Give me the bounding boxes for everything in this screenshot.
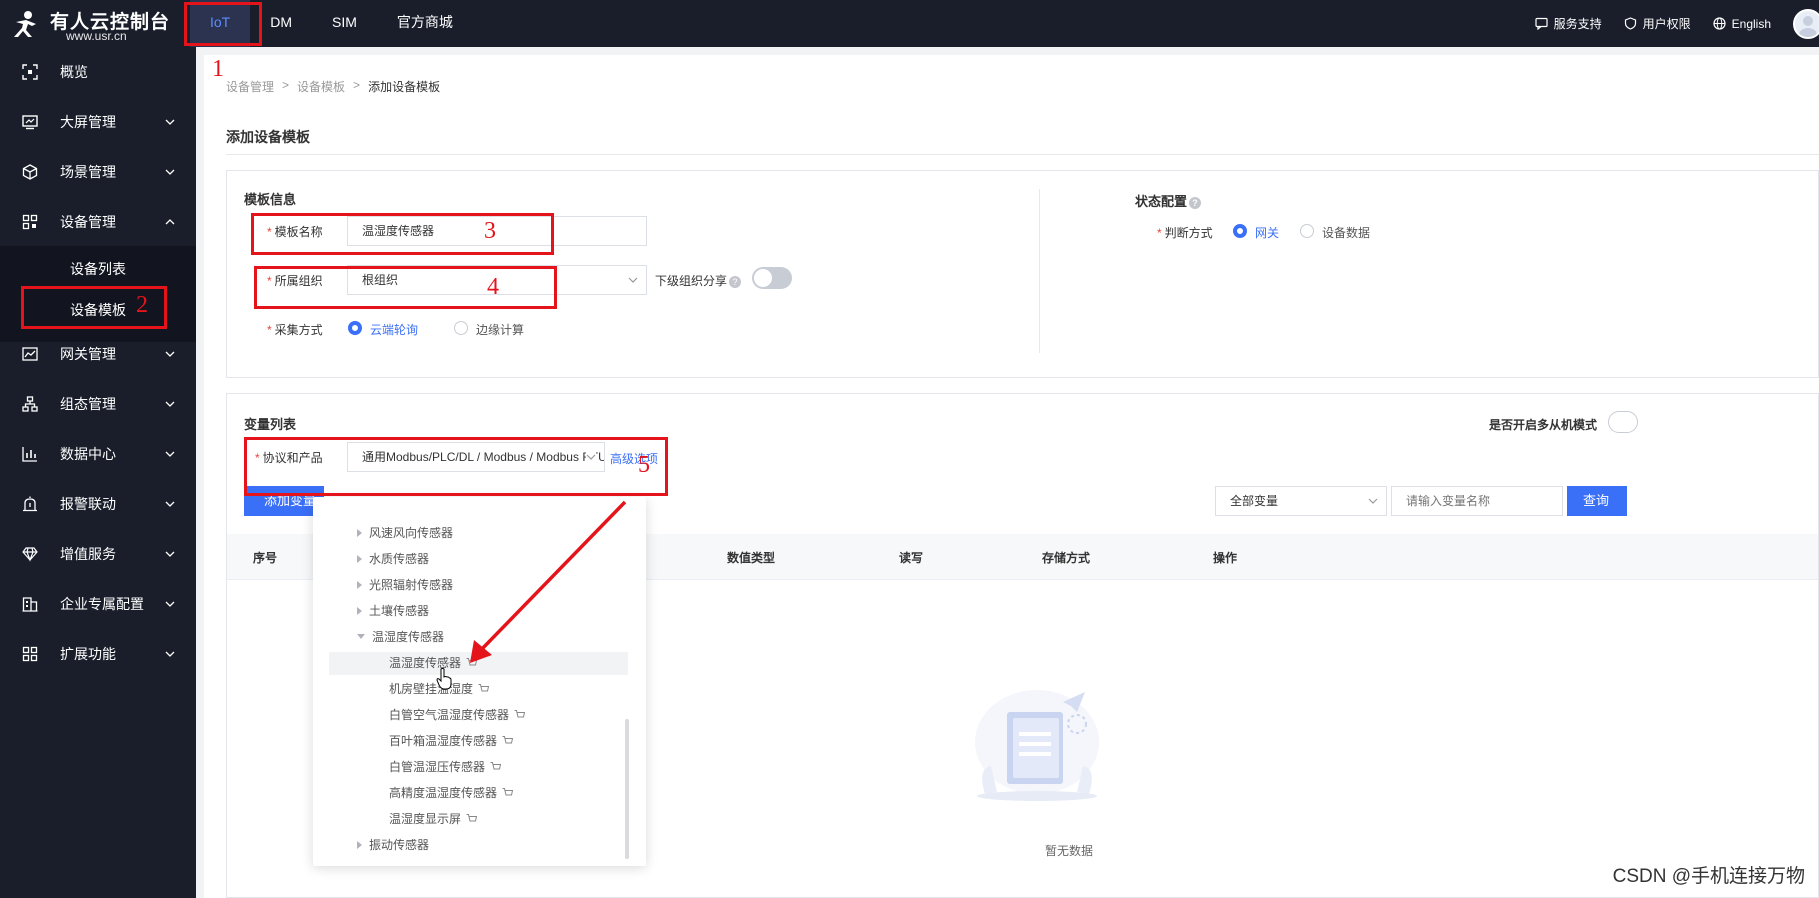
annotation-arrow bbox=[470, 500, 627, 663]
watermark: CSDN @手机连接万物 bbox=[1612, 866, 1805, 887]
